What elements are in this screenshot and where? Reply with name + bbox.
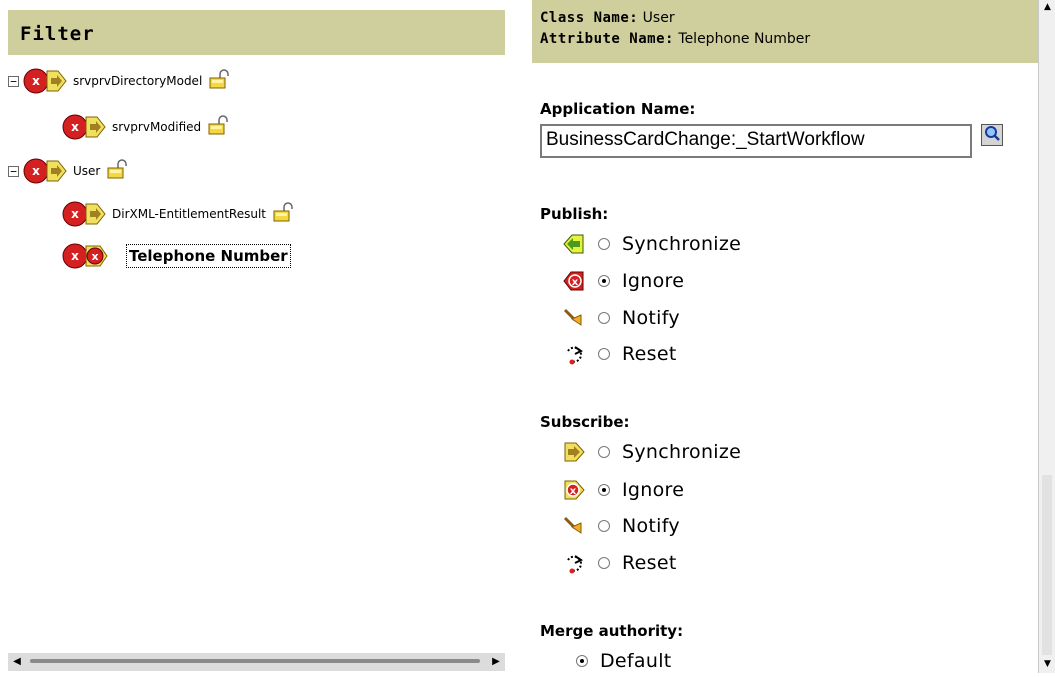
option-label: Ignore (622, 479, 685, 501)
svg-text:x: x (570, 486, 577, 497)
option-label: Synchronize (622, 441, 742, 463)
filter-status-icon: x (62, 114, 106, 140)
option-label: Reset (622, 343, 677, 365)
svg-text:x: x (32, 74, 40, 88)
publish-notify-option[interactable]: Notify (562, 302, 680, 334)
subscribe-ignore-option[interactable]: x Ignore (562, 474, 684, 506)
tree-node-label: srvprvDirectoryModel (73, 74, 203, 88)
tree-node-label: User (73, 164, 101, 178)
filter-title: Filter (20, 23, 95, 45)
tree-node-label: srvprvModified (112, 120, 202, 134)
browse-button[interactable] (981, 124, 1003, 146)
scroll-down-icon[interactable]: ▼ (1039, 657, 1055, 671)
class-name-label: Class Name: (540, 10, 639, 26)
reset-icon (562, 551, 586, 575)
svg-text:x: x (71, 120, 79, 134)
scroll-up-icon[interactable]: ▲ (1039, 0, 1055, 14)
class-name-value: User (642, 10, 675, 26)
publish-sync-icon (562, 232, 586, 256)
option-label: Reset (622, 552, 677, 574)
filter-pane: Filter − x srvprvDirectoryModel x srvprv… (0, 0, 505, 673)
svg-text:x: x (572, 277, 579, 288)
horizontal-scrollbar[interactable]: ◀ ▶ (8, 653, 505, 671)
subscribe-reset-radio[interactable] (598, 557, 610, 569)
subscribe-sync-icon (562, 440, 586, 464)
option-label: Notify (622, 307, 680, 329)
svg-text:x: x (91, 250, 98, 263)
collapse-icon[interactable]: − (8, 75, 19, 87)
class-name-line: Class Name: User (540, 10, 675, 26)
publish-synchronize-radio[interactable] (598, 238, 610, 250)
subscribe-synchronize-radio[interactable] (598, 446, 610, 458)
unlocked-padlock-icon (207, 115, 231, 139)
filter-status-icon: x (23, 68, 67, 94)
svg-text:x: x (71, 249, 79, 263)
publish-notify-radio[interactable] (598, 312, 610, 324)
scroll-right-icon[interactable]: ▶ (487, 653, 505, 671)
publish-reset-option[interactable]: Reset (562, 338, 677, 370)
publish-ignore-option[interactable]: x Ignore (562, 265, 684, 297)
filter-status-icon: x (62, 201, 106, 227)
publish-ignore-icon: x (562, 269, 586, 293)
merge-default-radio[interactable] (576, 655, 588, 667)
merge-default-option[interactable]: Default (576, 645, 672, 677)
attribute-name-line: Attribute Name: Telephone Number (540, 31, 810, 47)
filter-status-icon: x (23, 158, 67, 184)
option-label: Synchronize (622, 233, 742, 255)
tree-node-telephone-number[interactable]: xx Telephone Number (62, 241, 297, 271)
subscribe-label: Subscribe: (540, 413, 630, 431)
option-label: Ignore (622, 270, 685, 292)
publish-label: Publish: (540, 205, 609, 223)
unlocked-padlock-icon (208, 69, 232, 93)
tree-node-srvprvdirectorymodel[interactable]: − x srvprvDirectoryModel (8, 66, 232, 96)
tree-node-srvprvmodified[interactable]: x srvprvModified (62, 112, 231, 142)
collapse-icon[interactable]: − (8, 165, 19, 177)
publish-synchronize-option[interactable]: Synchronize (562, 228, 741, 260)
attribute-name-value: Telephone Number (678, 31, 811, 47)
subscribe-synchronize-option[interactable]: Synchronize (562, 436, 741, 468)
subscribe-notify-option[interactable]: Notify (562, 510, 680, 542)
subscribe-ignore-icon: x (562, 478, 586, 502)
filter-ignore-both-icon: xx (62, 243, 120, 269)
application-name-label: Application Name: (540, 100, 696, 118)
subscribe-notify-radio[interactable] (598, 520, 610, 532)
publish-ignore-radio[interactable] (598, 275, 610, 287)
unlocked-padlock-icon (106, 159, 130, 183)
option-label: Notify (622, 515, 680, 537)
svg-text:x: x (71, 207, 79, 221)
merge-authority-label: Merge authority: (540, 622, 684, 640)
svg-text:x: x (32, 164, 40, 178)
scroll-thumb[interactable] (1042, 475, 1052, 655)
application-name-field[interactable]: BusinessCardChange:_StartWorkflow (540, 124, 972, 158)
tree-node-label-selected: Telephone Number (126, 244, 291, 268)
subscribe-ignore-radio[interactable] (598, 484, 610, 496)
attribute-name-label: Attribute Name: (540, 31, 674, 47)
notify-bell-icon (562, 514, 586, 538)
reset-icon (562, 342, 586, 366)
attribute-detail-pane: Class Name: User Attribute Name: Telepho… (532, 0, 1055, 673)
scroll-left-icon[interactable]: ◀ (8, 653, 26, 671)
scroll-thumb[interactable] (30, 659, 480, 663)
tree-node-dirxml-entitlementresult[interactable]: x DirXML-EntitlementResult (62, 199, 296, 229)
subscribe-reset-option[interactable]: Reset (562, 547, 677, 579)
magnifier-icon (984, 125, 1000, 145)
unlocked-padlock-icon (272, 202, 296, 226)
tree-node-label: DirXML-EntitlementResult (112, 207, 266, 221)
tree-node-user[interactable]: − x User (8, 156, 130, 186)
publish-reset-radio[interactable] (598, 348, 610, 360)
notify-bell-icon (562, 306, 586, 330)
option-label: Default (600, 650, 672, 672)
vertical-scrollbar[interactable]: ▲ ▼ (1038, 0, 1055, 673)
